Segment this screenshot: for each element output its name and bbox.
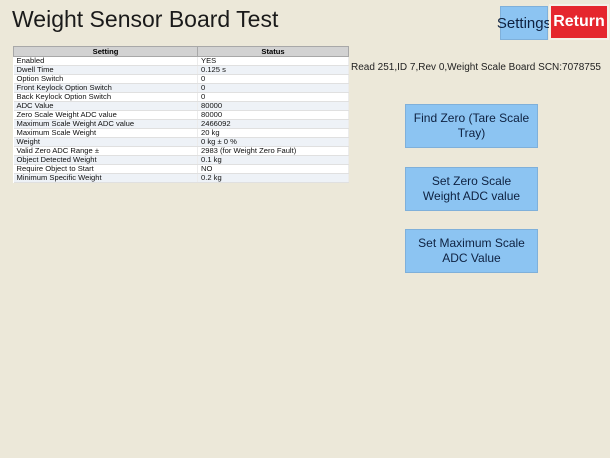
column-header-setting: Setting <box>13 46 198 57</box>
table-row: Valid Zero ADC Range ±2983 (for Weight Z… <box>13 146 349 156</box>
setting-cell: Object Detected Weight <box>13 155 198 165</box>
table-row: ADC Value 80000 <box>13 101 349 111</box>
set-zero-adc-button[interactable]: Set Zero Scale Weight ADC value <box>405 167 538 211</box>
setting-cell: Enabled <box>13 56 198 66</box>
set-max-adc-button[interactable]: Set Maximum Scale ADC Value <box>405 229 538 273</box>
setting-cell: Weight <box>13 137 198 147</box>
status-cell: 0.2 kg <box>197 173 349 183</box>
page-title: Weight Sensor Board Test <box>12 6 279 32</box>
setting-cell: Dwell Time <box>13 65 198 75</box>
setting-cell: Zero Scale Weight ADC value <box>13 110 198 120</box>
table-header-row: Setting Status <box>13 46 349 57</box>
table-row: Require Object to Start NO <box>13 164 349 174</box>
status-cell: 20 kg <box>197 128 349 138</box>
setting-cell: Maximum Scale Weight ADC value <box>13 119 198 129</box>
status-cell: 0 kg ± 0 % <box>197 137 349 147</box>
table-row: Minimum Specific Weight 0.2 kg <box>13 173 349 183</box>
setting-cell: Valid Zero ADC Range ± <box>13 146 198 156</box>
table-row: Dwell Time 0.125 s <box>13 65 349 75</box>
setting-cell: Require Object to Start <box>13 164 198 174</box>
find-zero-button[interactable]: Find Zero (Tare Scale Tray) <box>405 104 538 148</box>
setting-cell: Option Switch <box>13 74 198 84</box>
setting-cell: Maximum Scale Weight <box>13 128 198 138</box>
table-row: Object Detected Weight 0.1 kg <box>13 155 349 165</box>
setting-cell: Front Keylock Option Switch <box>13 83 198 93</box>
settings-button[interactable]: Settings <box>497 6 551 40</box>
table-row: Weight 0 kg ± 0 % <box>13 137 349 147</box>
setting-cell: Minimum Specific Weight <box>13 173 198 183</box>
status-cell: 0 <box>197 83 349 93</box>
table-row: Front Keylock Option Switch 0 <box>13 83 349 93</box>
status-cell: 0 <box>197 92 349 102</box>
status-cell: YES <box>197 56 349 66</box>
table-row: Back Keylock Option Switch 0 <box>13 92 349 102</box>
status-cell: 80000 <box>197 110 349 120</box>
status-cell: 0.125 s <box>197 65 349 75</box>
settings-table: Setting Status Enabled YES Dwell Time 0.12… <box>13 46 349 183</box>
column-header-status: Status <box>197 46 349 57</box>
status-cell: NO <box>197 164 349 174</box>
status-cell: 2466092 <box>197 119 349 129</box>
table-row: Maximum Scale Weight 20 kg <box>13 128 349 138</box>
status-cell: 2983 (for Weight Zero Fault) <box>197 146 349 156</box>
setting-cell: Back Keylock Option Switch <box>13 92 198 102</box>
setting-cell: ADC Value <box>13 101 198 111</box>
table-row: Enabled YES <box>13 56 349 66</box>
board-info-text: Read 251,ID 7,Rev 0,Weight Scale Board S… <box>351 62 601 73</box>
status-cell: 0.1 kg <box>197 155 349 165</box>
table-row: Maximum Scale Weight ADC value 2466092 <box>13 119 349 129</box>
status-cell: 80000 <box>197 101 349 111</box>
status-cell: 0 <box>197 74 349 84</box>
table-row: Option Switch 0 <box>13 74 349 84</box>
return-button[interactable]: Return <box>549 4 609 40</box>
table-row: Zero Scale Weight ADC value 80000 <box>13 110 349 120</box>
